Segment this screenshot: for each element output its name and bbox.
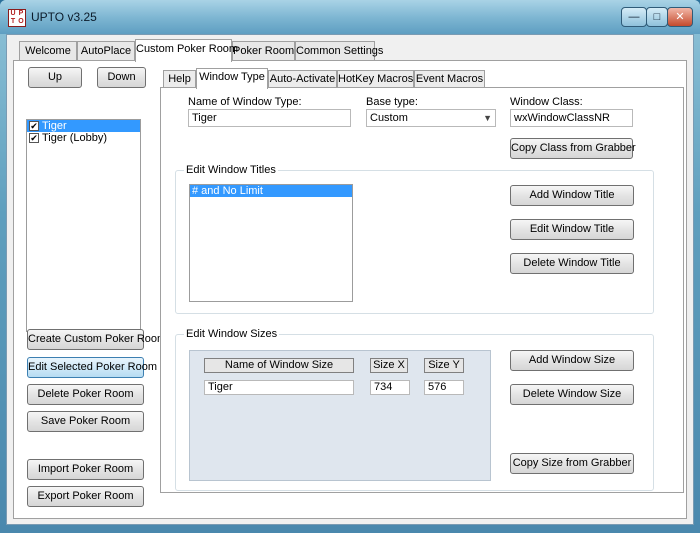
custom-room-panel: Up Down ✔ Tiger ✔ Tiger (Lobby) Create C…	[13, 60, 687, 519]
tab-hotkey-macros[interactable]: HotKey Macros	[337, 70, 414, 88]
size-x-cell[interactable]: 734	[370, 380, 410, 395]
checkbox[interactable]: ✔	[29, 121, 39, 131]
chevron-down-icon[interactable]: ▼	[483, 110, 492, 126]
edit-window-sizes-group: Edit Window Sizes Name of Window Size Si…	[175, 328, 654, 491]
base-type-select[interactable]: Custom ▼	[366, 109, 496, 127]
tab-welcome[interactable]: Welcome	[19, 41, 77, 61]
column-name-of-window-size[interactable]: Name of Window Size	[204, 358, 354, 373]
down-button[interactable]: Down	[97, 67, 146, 88]
close-button[interactable]: ✕	[667, 7, 693, 27]
tab-custom-poker-room[interactable]: Custom Poker Room	[135, 39, 238, 62]
upto-logo-icon: U P T O	[8, 9, 26, 27]
add-window-size-button[interactable]: Add Window Size	[510, 350, 634, 371]
tab-help[interactable]: Help	[163, 70, 196, 88]
column-size-y[interactable]: Size Y	[424, 358, 464, 373]
window-class-input[interactable]: wxWindowClassNR	[510, 109, 633, 127]
edit-window-title-button[interactable]: Edit Window Title	[510, 219, 634, 240]
title-bar[interactable]: U P T O UPTO v3.25 — □ ✕	[0, 0, 700, 34]
edit-window-titles-title: Edit Window Titles	[184, 164, 278, 176]
tab-poker-room[interactable]: Poker Room	[232, 41, 295, 61]
window-class-label: Window Class:	[510, 96, 583, 108]
window-type-name-input[interactable]: Tiger	[188, 109, 351, 127]
export-poker-room-button[interactable]: Export Poker Room	[27, 486, 144, 507]
poker-room-list[interactable]: ✔ Tiger ✔ Tiger (Lobby)	[26, 119, 141, 332]
app-window: U P T O UPTO v3.25 — □ ✕ Welcome AutoPla…	[0, 0, 700, 533]
list-item[interactable]: ✔ Tiger	[27, 120, 140, 132]
copy-size-from-grabber-button[interactable]: Copy Size from Grabber	[510, 453, 634, 474]
create-custom-poker-room-button[interactable]: Create Custom Poker Room	[27, 329, 166, 350]
client-area: Welcome AutoPlace Custom Poker Room Poke…	[6, 34, 694, 525]
checkbox[interactable]: ✔	[29, 133, 39, 143]
name-of-window-type-label: Name of Window Type:	[188, 96, 302, 108]
tab-event-macros[interactable]: Event Macros	[414, 70, 485, 88]
import-poker-room-button[interactable]: Import Poker Room	[27, 459, 144, 480]
list-item[interactable]: # and No Limit	[190, 185, 352, 197]
base-type-label: Base type:	[366, 96, 418, 108]
copy-class-from-grabber-button[interactable]: Copy Class from Grabber	[510, 138, 636, 159]
tab-common-settings[interactable]: Common Settings	[295, 41, 383, 61]
list-item[interactable]: ✔ Tiger (Lobby)	[27, 132, 140, 144]
delete-window-size-button[interactable]: Delete Window Size	[510, 384, 634, 405]
column-size-x[interactable]: Size X	[370, 358, 408, 373]
size-name-cell[interactable]: Tiger	[204, 380, 354, 395]
window-titles-list[interactable]: # and No Limit	[189, 184, 353, 302]
window-type-panel: Name of Window Type: Tiger Base type: Cu…	[160, 87, 684, 493]
minimize-button[interactable]: —	[621, 7, 647, 27]
tab-window-type[interactable]: Window Type	[196, 68, 268, 89]
up-button[interactable]: Up	[28, 67, 82, 88]
tab-auto-activate[interactable]: Auto-Activate	[268, 70, 337, 88]
edit-window-titles-group: Edit Window Titles # and No Limit Add Wi…	[175, 164, 654, 314]
window-sizes-table: Name of Window Size Size X Size Y Tiger …	[189, 350, 491, 481]
add-window-title-button[interactable]: Add Window Title	[510, 185, 634, 206]
delete-poker-room-button[interactable]: Delete Poker Room	[27, 384, 144, 405]
size-y-cell[interactable]: 576	[424, 380, 464, 395]
maximize-button[interactable]: □	[646, 7, 668, 27]
save-poker-room-button[interactable]: Save Poker Room	[27, 411, 144, 432]
window-title: UPTO v3.25	[31, 10, 97, 24]
edit-selected-poker-room-button[interactable]: Edit Selected Poker Room	[27, 357, 157, 378]
edit-window-sizes-title: Edit Window Sizes	[184, 328, 280, 340]
delete-window-title-button[interactable]: Delete Window Title	[510, 253, 634, 274]
tab-autoplace[interactable]: AutoPlace	[77, 41, 135, 61]
